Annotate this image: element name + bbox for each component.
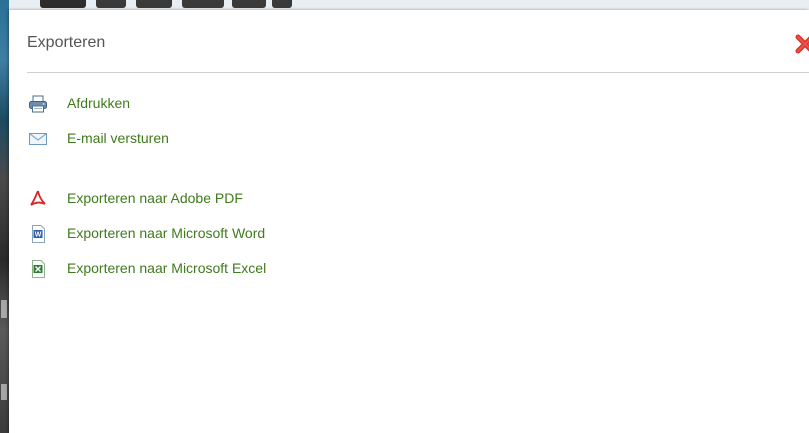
menu-item-label: Exporteren naar Microsoft Excel bbox=[67, 260, 267, 276]
envelope-icon bbox=[28, 129, 48, 149]
excel-icon bbox=[28, 259, 48, 279]
menu-item-label: Afdrukken bbox=[67, 95, 131, 111]
menu-item-label: Exporteren naar Microsoft Word bbox=[67, 225, 266, 241]
dialog-header: Exporteren bbox=[27, 10, 809, 73]
menu-item-email[interactable]: E-mail versturen bbox=[28, 128, 169, 150]
menu-item-label: Exporteren naar Adobe PDF bbox=[67, 190, 243, 206]
svg-text:W: W bbox=[35, 232, 42, 239]
menu-item-export-excel[interactable]: Exporteren naar Microsoft Excel bbox=[28, 258, 266, 280]
close-button[interactable] bbox=[794, 33, 809, 55]
close-icon bbox=[794, 33, 809, 55]
menu-item-export-pdf[interactable]: Exporteren naar Adobe PDF bbox=[28, 188, 243, 210]
background-page-header bbox=[0, 0, 809, 10]
menu-item-label: E-mail versturen bbox=[67, 130, 169, 146]
dialog-title: Exporteren bbox=[27, 34, 106, 51]
word-icon: W bbox=[28, 224, 48, 244]
menu-item-print[interactable]: Afdrukken bbox=[28, 93, 130, 115]
menu-item-export-word[interactable]: W Exporteren naar Microsoft Word bbox=[28, 223, 265, 245]
printer-icon bbox=[28, 94, 48, 114]
export-dialog: Exporteren Afdrukken E-mail versturen Ex… bbox=[9, 10, 809, 433]
background-page-sidebar bbox=[0, 0, 9, 433]
pdf-icon bbox=[28, 189, 48, 209]
